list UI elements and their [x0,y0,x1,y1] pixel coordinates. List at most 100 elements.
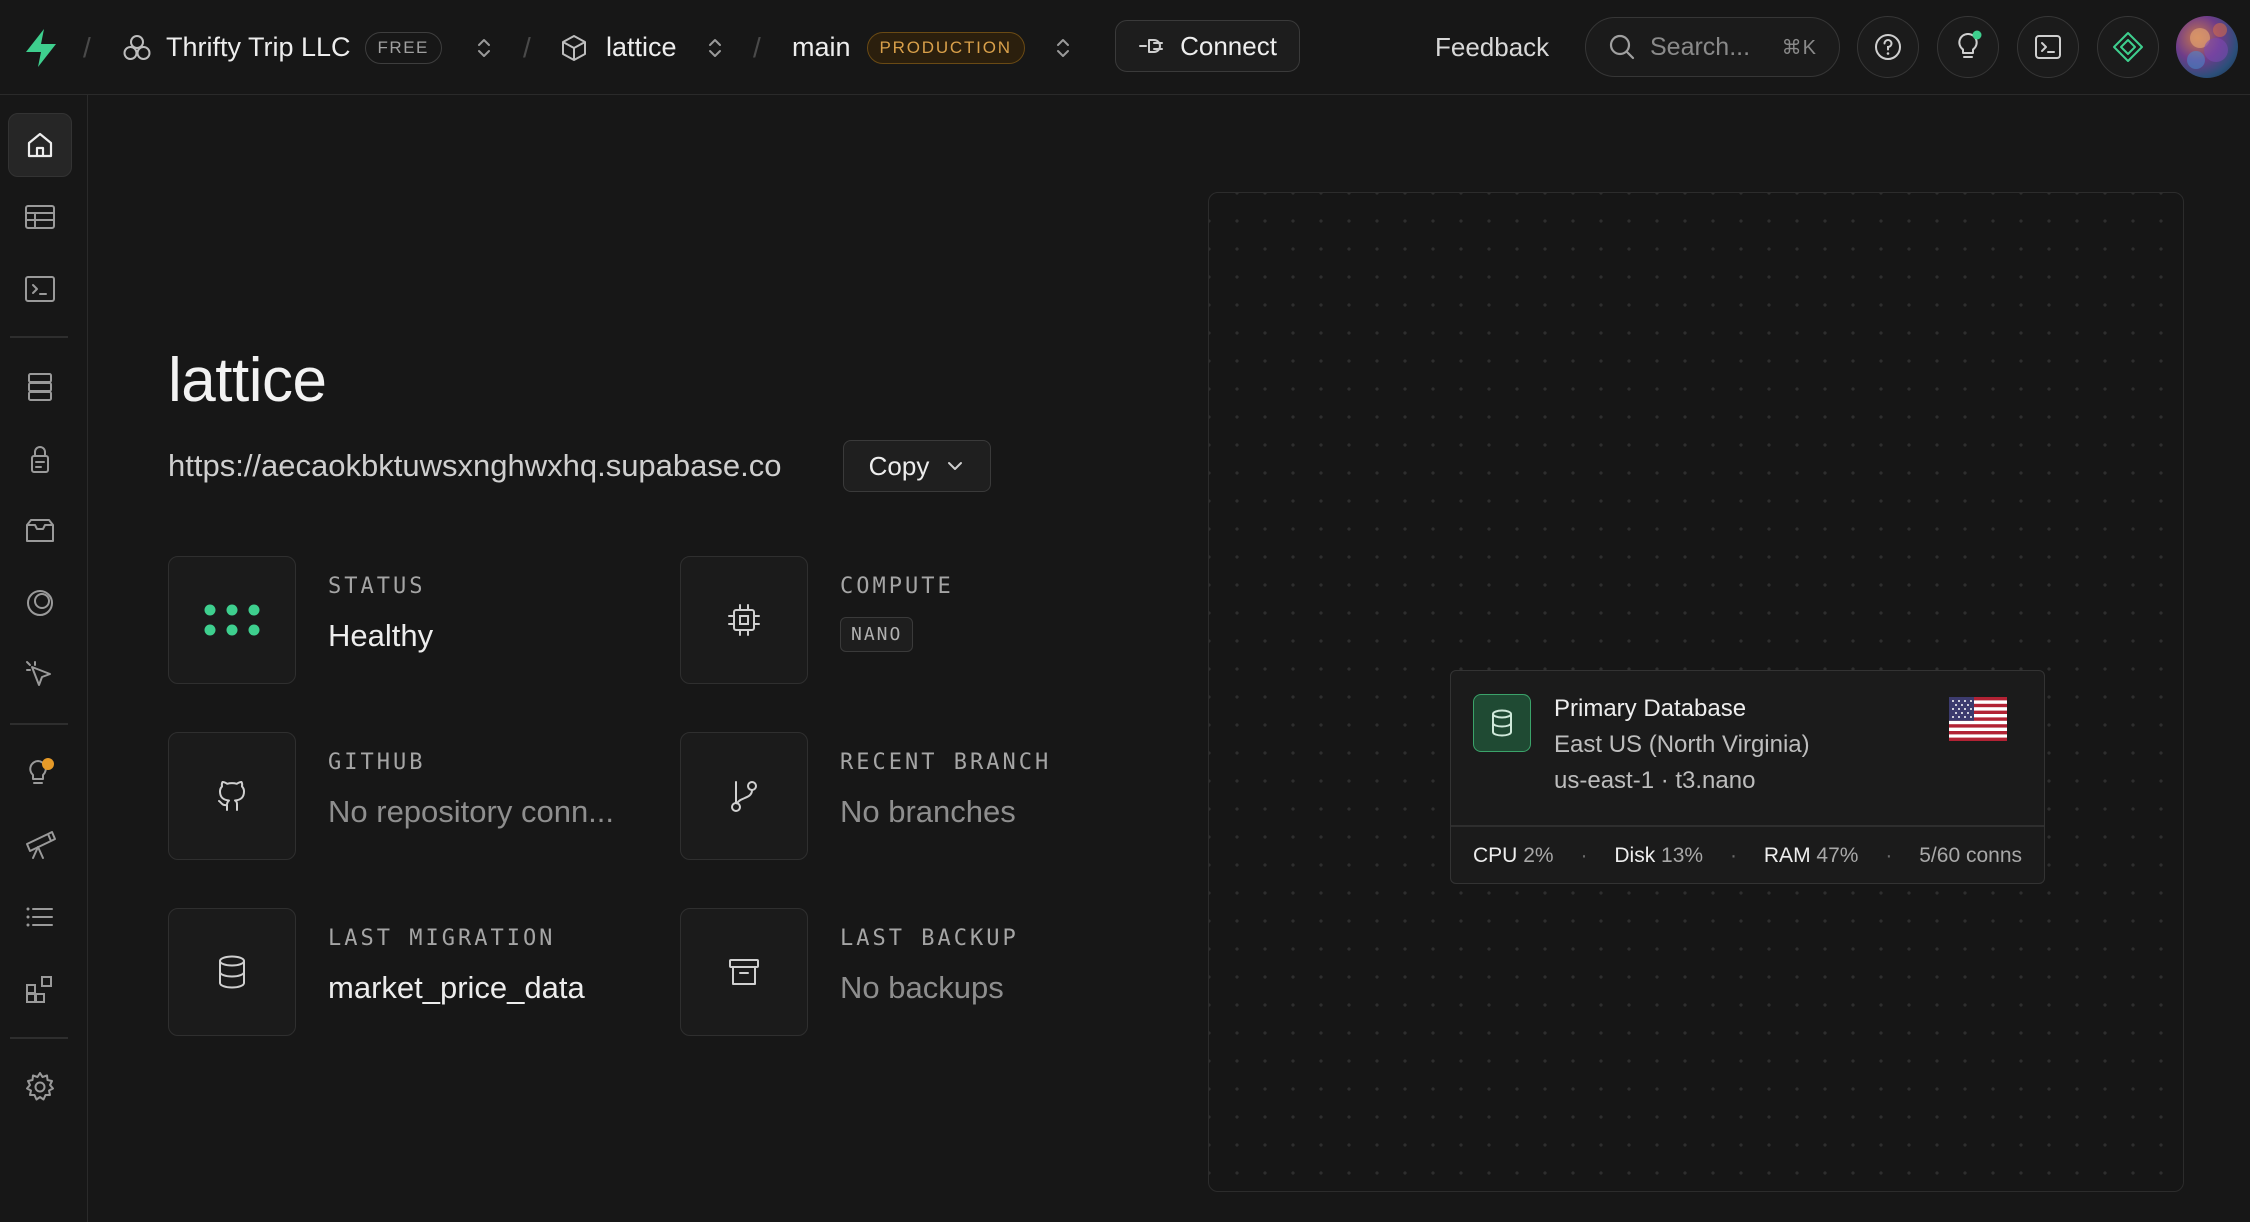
database-icon-badge [1473,694,1531,752]
terminal-button[interactable] [2017,16,2079,78]
compute-size-badge: NANO [840,617,914,652]
sidebar-divider [10,723,68,725]
database-cylinder-icon [1492,709,1512,737]
sidebar [0,95,88,1222]
chevron-up-down-icon [1057,38,1069,57]
ram-metric: RAM 47% [1764,844,1859,868]
database-instance: us-east-1 · t3.nano [1554,767,1756,794]
migration-card-icon [168,908,296,1036]
sidebar-item-integrations[interactable] [8,957,72,1021]
assistant-button[interactable] [2097,16,2159,78]
sidebar-item-database[interactable] [8,355,72,419]
status-label: STATUS [328,574,426,599]
ram-value: 47% [1816,844,1859,867]
realtime-icon [27,590,53,616]
avatar-image [2187,23,2228,69]
ram-label: RAM [1763,844,1811,867]
branch-switcher-chevrons[interactable] [1052,0,1074,95]
sql-editor-icon [25,276,55,302]
sidebar-item-edge-functions[interactable] [8,643,72,707]
compute-card-icon [680,556,808,684]
search-input[interactable]: Search... ⌘K [1585,17,1840,77]
help-icon [1875,34,1901,60]
sidebar-item-home[interactable] [8,113,72,177]
github-value: No repository conn... [328,794,615,829]
organization-icon [123,34,151,60]
github-card-icon [168,732,296,860]
project-name: lattice [606,32,677,62]
project-switcher-chevrons[interactable] [704,0,726,95]
storage-icon [26,519,54,542]
user-avatar[interactable] [2176,16,2238,78]
sidebar-item-settings[interactable] [8,1055,72,1119]
status-dots-icon [204,604,260,636]
us-flag-icon [1949,697,2007,741]
database-card-header: Primary Database East US (North Virginia… [1451,671,2044,825]
recent-branch-label: RECENT BRANCH [840,750,1052,775]
chevron-up-down-icon [709,38,721,57]
reports-telescope-icon [26,831,56,859]
sidebar-divider [10,336,68,338]
org-name: Thrifty Trip LLC [166,32,351,62]
backup-card-icon [680,908,808,1036]
integrations-icon [26,976,52,1003]
table-editor-icon [25,205,55,229]
primary-database-card[interactable]: Primary Database East US (North Virginia… [1450,670,2045,884]
breadcrumb-separator: / [83,31,91,63]
terminal-icon [2035,35,2061,59]
sidebar-item-storage[interactable] [8,499,72,563]
metric-separator: · [1885,844,1893,867]
last-migration-label: LAST MIGRATION [328,926,556,951]
help-button[interactable] [1857,16,1919,78]
project-url: https://aecaokbktuwsxnghwxhq.supabase.co [168,448,782,483]
auth-icon [31,446,49,473]
feedback-button[interactable]: Feedback [1435,0,1549,95]
sidebar-item-sql-editor[interactable] [8,257,72,321]
breadcrumb-separator: / [753,31,761,63]
branch-selector[interactable]: main PRODUCTION [792,0,1025,95]
project-selector[interactable]: lattice [560,0,677,95]
supabase-logo[interactable] [22,0,60,95]
status-card-icon [168,556,296,684]
metric-separator: · [1729,844,1737,867]
database-card-divider [1451,825,2044,827]
cpu-label: CPU [1473,844,1518,867]
database-name: Primary Database [1554,695,1747,722]
copy-url-button[interactable]: Copy [843,440,991,492]
sidebar-item-advisors[interactable] [8,741,72,805]
copy-label: Copy [868,450,930,481]
sidebar-item-reports[interactable] [8,813,72,877]
sidebar-divider [10,1037,68,1039]
connections-metric: 5/60 conns [1919,844,2022,867]
database-metrics: CPU 2% · Disk 13% · RAM 47% · 5/60 conns [1473,841,2022,871]
last-migration-value: market_price_data [328,970,585,1005]
connect-label: Connect [1180,30,1277,61]
status-value: Healthy [328,618,434,653]
top-bar: / Thrifty Trip LLC FREE / lattice / main… [0,0,2250,95]
last-backup-label: LAST BACKUP [840,926,1019,951]
last-backup-value: No backups [840,970,1004,1005]
cpu-value: 2% [1523,844,1554,867]
sidebar-item-logs[interactable] [8,885,72,949]
recent-branch-value: No branches [840,794,1016,829]
sidebar-item-table-editor[interactable] [8,185,72,249]
org-selector[interactable]: Thrifty Trip LLC FREE [122,0,442,95]
connect-button[interactable]: Connect [1115,20,1300,72]
disk-metric: Disk 13% [1614,844,1703,868]
tips-button[interactable] [1937,16,1999,78]
sidebar-item-realtime[interactable] [8,571,72,635]
page-title: lattice [168,346,327,415]
archive-box-icon [729,959,759,985]
search-shortcut: ⌘K [1781,36,1817,59]
home-icon [27,132,53,158]
github-label: GITHUB [328,750,426,775]
database-icon [28,373,52,401]
disk-label: Disk [1614,844,1656,867]
cpu-metric: CPU 2% [1473,844,1554,868]
database-cylinder-icon [219,955,245,989]
settings-gear-icon [26,1072,54,1101]
branch-name: main [792,32,851,62]
sidebar-item-authentication[interactable] [8,427,72,491]
disk-value: 13% [1661,844,1704,867]
org-switcher-chevrons[interactable] [473,0,495,95]
